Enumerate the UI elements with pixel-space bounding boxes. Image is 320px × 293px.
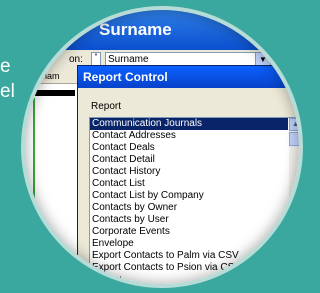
background-text-line-2: el bbox=[0, 81, 15, 102]
toolbar-stepper[interactable]: * bbox=[91, 52, 101, 66]
report-list-item[interactable]: Export Contacts to Palm via CSV bbox=[90, 250, 288, 262]
report-list-items: Communication Journals Contact Addresses C… bbox=[90, 118, 288, 288]
column-separator bbox=[27, 90, 75, 96]
application-window: Surname on: * Surname ▼ Fo Surnam Report… bbox=[25, 10, 299, 284]
scroll-thumb[interactable] bbox=[289, 132, 299, 146]
background-text: e el bbox=[0, 56, 15, 103]
report-list-item[interactable]: Corporate Events bbox=[90, 226, 288, 238]
report-list-item[interactable]: Contact List by Company bbox=[90, 190, 288, 202]
report-list-item[interactable]: Contacts by Owner bbox=[90, 202, 288, 214]
app-window-title: Surname bbox=[99, 20, 172, 39]
magnifier-lens: Surname on: * Surname ▼ Fo Surnam Report… bbox=[21, 6, 303, 288]
dialog-title: Report Control bbox=[78, 66, 299, 88]
toolbar-right-label: Fo bbox=[279, 54, 291, 65]
column-header-surname[interactable]: Surnam bbox=[25, 68, 77, 84]
toolbar-label: on: bbox=[69, 54, 83, 65]
report-list-item[interactable]: ...d By Company bbox=[90, 286, 288, 288]
vertical-scrollbar[interactable]: ▲ bbox=[289, 118, 299, 284]
scroll-up-arrow-icon[interactable]: ▲ bbox=[289, 118, 299, 131]
report-control-dialog: Report Control Report Communication Jour… bbox=[77, 65, 299, 288]
background-text-line-1: e bbox=[0, 56, 11, 77]
contact-list-column: Surnam bbox=[25, 68, 77, 284]
report-list-item[interactable]: Communication Journals bbox=[90, 118, 288, 130]
app-title-bar: Surname bbox=[25, 10, 299, 50]
report-list-item[interactable]: Contact History bbox=[90, 166, 288, 178]
report-list-item[interactable]: Contact Deals bbox=[90, 142, 288, 154]
report-list-item[interactable]: Contact Detail bbox=[90, 154, 288, 166]
report-list-item[interactable]: Contacts by User bbox=[90, 214, 288, 226]
report-list-item[interactable]: Contact List bbox=[90, 178, 288, 190]
green-marker-bar bbox=[33, 98, 35, 284]
report-list-item[interactable]: Export Contacts to Psion via CSV bbox=[90, 262, 288, 274]
report-listbox[interactable]: Communication Journals Contact Addresses C… bbox=[89, 117, 299, 288]
report-label: Report bbox=[91, 101, 122, 112]
report-list-item[interactable]: Envelope bbox=[90, 238, 288, 250]
report-list-item[interactable]: Contact Addresses bbox=[90, 130, 288, 142]
report-list-item[interactable]: Filofax bbox=[90, 274, 288, 284]
